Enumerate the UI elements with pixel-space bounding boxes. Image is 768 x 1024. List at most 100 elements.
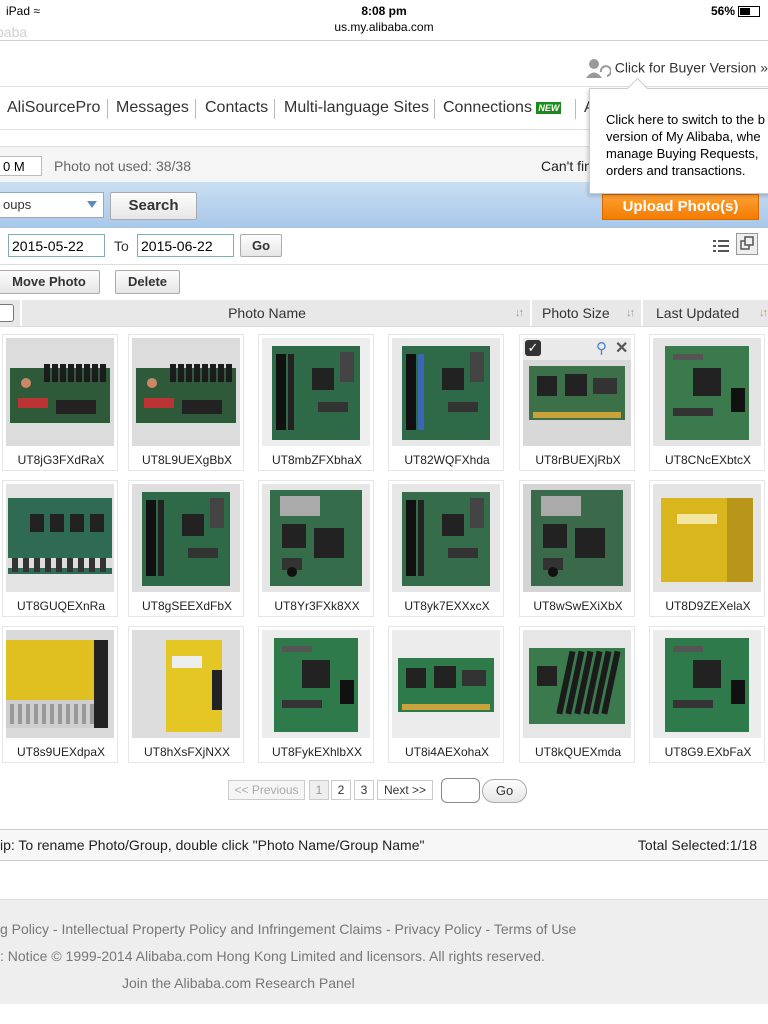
photo-card[interactable]: UT82WQFXhda — [388, 334, 504, 471]
page-number-input[interactable] — [441, 778, 480, 803]
photo-card[interactable]: UT8Yr3FXk8XX — [258, 480, 374, 617]
photo-name[interactable]: UT8yk7EXXxcX — [389, 599, 505, 613]
group-select[interactable]: oups — [0, 192, 104, 218]
photo-thumbnail[interactable] — [6, 338, 114, 446]
col-photo-name[interactable]: Photo Name ↓↑ — [20, 300, 530, 326]
photo-name[interactable]: UT8CNcEXbtcX — [650, 453, 766, 467]
nav-item-alisourcepro[interactable]: AliSourcePro — [7, 99, 100, 117]
photo-thumbnail[interactable] — [653, 484, 761, 592]
user-switch-icon — [585, 59, 612, 78]
photo-name[interactable]: UT8Yr3FXk8XX — [259, 599, 375, 613]
page-go-button[interactable]: Go — [482, 779, 527, 803]
photo-thumbnail[interactable] — [262, 484, 370, 592]
photo-card[interactable]: UT8yk7EXXxcX — [388, 480, 504, 617]
pagination-page-2[interactable]: 2 — [331, 780, 351, 800]
photo-card[interactable]: UT8i4AEXohaX — [388, 626, 504, 763]
photo-name[interactable]: UT8G9.EXbFaX — [650, 745, 766, 759]
photo-thumbnail[interactable] — [132, 484, 240, 592]
photo-thumbnail[interactable] — [6, 484, 114, 592]
search-button[interactable]: Search — [110, 192, 197, 220]
nav-item-multi-language-sites[interactable]: Multi-language Sites — [284, 99, 429, 117]
move-photo-button[interactable]: Move Photo — [0, 270, 100, 294]
photo-thumbnail[interactable] — [392, 484, 500, 592]
pagination-page-3[interactable]: 3 — [354, 780, 374, 800]
photo-thumbnail[interactable] — [653, 338, 761, 446]
photo-thumbnail[interactable] — [392, 630, 500, 738]
photo-card[interactable]: UT8gSEEXdFbX — [128, 480, 244, 617]
nav-item-connections[interactable]: Connections NEW — [443, 99, 562, 117]
photo-card[interactable]: UT8GUQEXnRa — [2, 480, 118, 617]
photo-name[interactable]: UT8FykEXhlbXX — [259, 745, 375, 759]
photo-name[interactable]: UT8wSwEXiXbX — [520, 599, 636, 613]
research-panel-link[interactable]: Join the Alibaba.com Research Panel — [122, 975, 355, 991]
photo-name[interactable]: UT8s9UEXdpaX — [3, 745, 119, 759]
photo-thumbnail[interactable] — [262, 338, 370, 446]
photo-name[interactable]: UT8i4AEXohaX — [389, 745, 505, 759]
col-photo-size[interactable]: Photo Size ↓↑ — [530, 300, 641, 326]
tip-text: ip: To rename Photo/Group, double click … — [0, 837, 425, 853]
photo-card[interactable]: UT8D9ZEXelaX — [649, 480, 765, 617]
photo-thumbnail[interactable] — [262, 630, 370, 738]
buyer-version-link[interactable]: Click for Buyer Version » — [585, 58, 768, 80]
photo-card[interactable]: UT8CNcEXbtcX — [649, 334, 765, 471]
photo-card[interactable]: UT8mbZFXbhaX — [258, 334, 374, 471]
nav-item-contacts[interactable]: Contacts — [205, 99, 268, 117]
photo-card[interactable]: UT8L9UEXgBbX — [128, 334, 244, 471]
photo-thumbnail[interactable] — [392, 338, 500, 446]
url-bar[interactable]: us.my.alibaba.com — [0, 20, 768, 34]
photo-card[interactable]: UT8hXsFXjNXX — [128, 626, 244, 763]
photo-name[interactable]: UT8hXsFXjNXX — [129, 745, 245, 759]
photo-card[interactable]: UT8jG3FXdRaX — [2, 334, 118, 471]
photo-card[interactable]: UT8G9.EXbFaX — [649, 626, 765, 763]
photo-name[interactable]: UT8rBUEXjRbX — [520, 453, 636, 467]
delete-button[interactable]: Delete — [115, 270, 180, 294]
photo-name[interactable]: UT8gSEEXdFbX — [129, 599, 245, 613]
ghost-logo: baba — [0, 24, 28, 40]
date-from-field[interactable] — [8, 234, 105, 257]
photo-name[interactable]: UT8D9ZEXelaX — [650, 599, 766, 613]
photo-card[interactable]: UT8s9UEXdpaX — [2, 626, 118, 763]
photo-name[interactable]: UT8L9UEXgBbX — [129, 453, 245, 467]
photo-thumbnail[interactable] — [132, 630, 240, 738]
sort-active-icon: ↓↑ — [759, 307, 768, 319]
photo-thumbnail[interactable] — [132, 338, 240, 446]
cant-find-link[interactable]: Can't fin — [541, 158, 592, 174]
photo-thumbnail[interactable] — [653, 630, 761, 738]
photo-name[interactable]: UT8GUQEXnRa — [3, 599, 119, 613]
zoom-icon[interactable]: ⚲ — [596, 339, 607, 357]
pagination-next[interactable]: Next >> — [377, 780, 433, 800]
battery-icon — [738, 6, 760, 18]
footer-policy-links[interactable]: g Policy - Intellectual Property Policy … — [0, 921, 576, 937]
photo-select-overlay: ✓ ⚲ ✕ — [523, 338, 631, 360]
grid-view-toggle[interactable] — [736, 233, 758, 255]
pagination-page-1[interactable]: 1 — [309, 780, 329, 800]
photo-thumbnail[interactable] — [523, 484, 631, 592]
photo-thumbnail[interactable] — [6, 630, 114, 738]
selected-checkbox[interactable]: ✓ — [525, 340, 541, 356]
photo-thumbnail[interactable] — [523, 630, 631, 738]
photo-card[interactable]: UT8kQUEXmda — [519, 626, 635, 763]
photo-name[interactable]: UT8kQUEXmda — [520, 745, 636, 759]
date-to-field[interactable] — [137, 234, 234, 257]
photo-table-header: Photo Name ↓↑ Photo Size ↓↑ Last Updated… — [0, 300, 768, 327]
close-icon[interactable]: ✕ — [615, 338, 628, 358]
photo-name[interactable]: UT8jG3FXdRaX — [3, 453, 119, 467]
connections-label: Connections — [443, 99, 532, 116]
list-view-icon[interactable] — [713, 239, 729, 253]
col-photo-size-label: Photo Size — [542, 305, 610, 321]
select-all-checkbox[interactable] — [0, 304, 14, 322]
photo-name[interactable]: UT8mbZFXbhaX — [259, 453, 375, 467]
space-used-field[interactable] — [0, 156, 42, 176]
chevron-down-icon — [87, 201, 97, 208]
pagination-previous[interactable]: << Previous — [228, 780, 305, 800]
grid-view-icon — [740, 236, 754, 250]
date-go-button[interactable]: Go — [240, 234, 282, 257]
upload-photos-button[interactable]: Upload Photo(s) — [602, 194, 759, 220]
nav-item-messages[interactable]: Messages — [116, 99, 189, 117]
photo-not-used-count: Photo not used: 38/38 — [54, 158, 191, 174]
col-last-updated[interactable]: Last Updated ↓↑ — [641, 300, 768, 326]
photo-card[interactable]: UT8FykEXhlbXX — [258, 626, 374, 763]
photo-card[interactable]: UT8wSwEXiXbX — [519, 480, 635, 617]
photo-card[interactable]: ✓ ⚲ ✕ UT8rBUEXjRbX — [519, 334, 635, 471]
photo-name[interactable]: UT82WQFXhda — [389, 453, 505, 467]
